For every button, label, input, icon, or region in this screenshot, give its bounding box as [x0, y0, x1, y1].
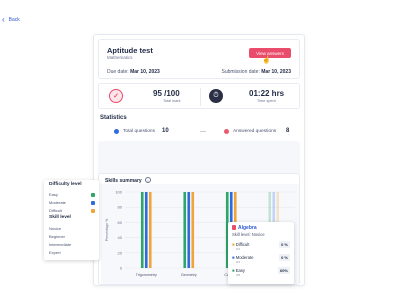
info-icon[interactable]: i: [145, 177, 151, 183]
back-label: Back: [8, 17, 20, 23]
y-axis-label: Percentage %: [105, 218, 109, 241]
y-tick-label: 60: [118, 220, 123, 225]
submission-date: Submission date: Mar 10, 2023: [222, 69, 292, 75]
skill-item-beginner[interactable]: Beginner: [49, 234, 95, 239]
tooltip-row-pct: 0 %: [279, 254, 290, 261]
difficult-color-swatch: [91, 208, 95, 213]
skill-level-title: Skill level: [49, 215, 71, 220]
question-counts: Total questions 10 Answered questions 8: [100, 126, 300, 138]
total-mark-value: 95 /100: [153, 89, 180, 98]
due-date-label: Due date:: [107, 69, 129, 75]
assessment-header: Aptitude test Mathematics View answers ☝…: [98, 39, 300, 79]
tooltip-row-easy: ■ Easy 60% 3/5: [232, 267, 290, 277]
due-date: Due date: Mar 10, 2023: [107, 69, 160, 75]
time-spent-value: 01:22 hrs: [249, 89, 285, 98]
difficulty-item-label: Easy: [49, 192, 58, 197]
difficulty-item-moderate[interactable]: Moderate: [49, 200, 95, 205]
y-tick-label: 100: [115, 190, 122, 195]
chevron-left-icon: ‹: [2, 15, 5, 24]
difficulty-legend-panel: Difficulty level Easy Moderate Difficult…: [44, 180, 99, 260]
total-questions-label: Total questions: [123, 129, 155, 134]
total-mark-label: Total mark: [163, 99, 181, 103]
answered-questions-label: Answered questions: [233, 129, 277, 134]
tooltip-row-pct: 60%: [277, 267, 290, 274]
bar-difficult: [191, 192, 195, 268]
total-questions-value: 10: [162, 128, 169, 134]
metrics-panel: ✓ 95 /100 Total mark ⏱ 01:22 hrs Time sp…: [98, 83, 300, 109]
time-spent-label: Time spent: [257, 99, 276, 103]
counts-divider: [200, 131, 206, 132]
tooltip-row-pct: 0 %: [279, 241, 290, 248]
assessment-title: Aptitude test: [107, 46, 153, 55]
skill-item-novice[interactable]: Novice: [49, 226, 95, 231]
easy-color-swatch: [91, 192, 95, 197]
tooltip-title: Algebra: [238, 225, 257, 231]
bar-easy: [140, 192, 144, 268]
back-link[interactable]: ‹ Back: [2, 16, 20, 24]
submission-date-value: Mar 10, 2023: [261, 69, 291, 75]
statistics-title: Statistics: [100, 115, 127, 121]
bar-easy: [183, 192, 187, 268]
bar-difficult: [148, 192, 152, 268]
skill-item-expert[interactable]: Expert: [49, 250, 95, 255]
x-tick-label: Geometry: [181, 273, 197, 277]
tooltip-row-count: 0/1: [236, 260, 241, 264]
moderate-color-swatch: [91, 200, 95, 205]
tooltip-row-count: 3/5: [236, 273, 241, 277]
assessment-subject: Mathematics: [107, 55, 133, 60]
total-questions-dot-icon: [114, 129, 119, 134]
difficulty-item-label: Difficult: [49, 208, 63, 213]
difficulty-item-easy[interactable]: Easy: [49, 192, 95, 197]
tooltip-row-moderate: ■ Moderate 0 % 0/1: [232, 254, 290, 264]
difficulty-level-title: Difficulty level: [49, 182, 82, 187]
bar-moderate: [187, 192, 191, 268]
answered-questions-value: 8: [286, 128, 290, 134]
submission-date-label: Submission date:: [221, 69, 260, 75]
y-tick-label: 40: [118, 235, 123, 240]
skill-item-intermediate[interactable]: Intermediate: [49, 242, 95, 247]
bookmark-icon: [232, 225, 236, 230]
algebra-tooltip: Algebra Skill level: Novice ■ Difficult …: [228, 222, 294, 284]
skills-summary-title: Skills summary: [105, 178, 142, 184]
y-tick-label: 20: [118, 250, 123, 255]
bar-moderate: [144, 192, 148, 268]
answered-questions-dot-icon: [224, 129, 229, 134]
y-tick-label: 80: [118, 205, 123, 210]
difficulty-item-difficult[interactable]: Difficult: [49, 208, 95, 213]
stopwatch-icon: ⏱: [209, 89, 223, 103]
tooltip-row-count: 0/1: [236, 247, 241, 251]
x-tick-label: Trigonometry: [136, 273, 157, 277]
score-badge-icon: ✓: [109, 89, 123, 103]
difficulty-item-label: Moderate: [49, 200, 66, 205]
tooltip-row-difficult: ■ Difficult 0 % 0/1: [232, 241, 290, 251]
metrics-divider: [200, 88, 201, 106]
hand-cursor-icon: ☝: [262, 57, 271, 64]
due-date-value: Mar 10, 2023: [130, 69, 160, 75]
tooltip-skill-level: Skill level: Novice: [232, 232, 265, 237]
